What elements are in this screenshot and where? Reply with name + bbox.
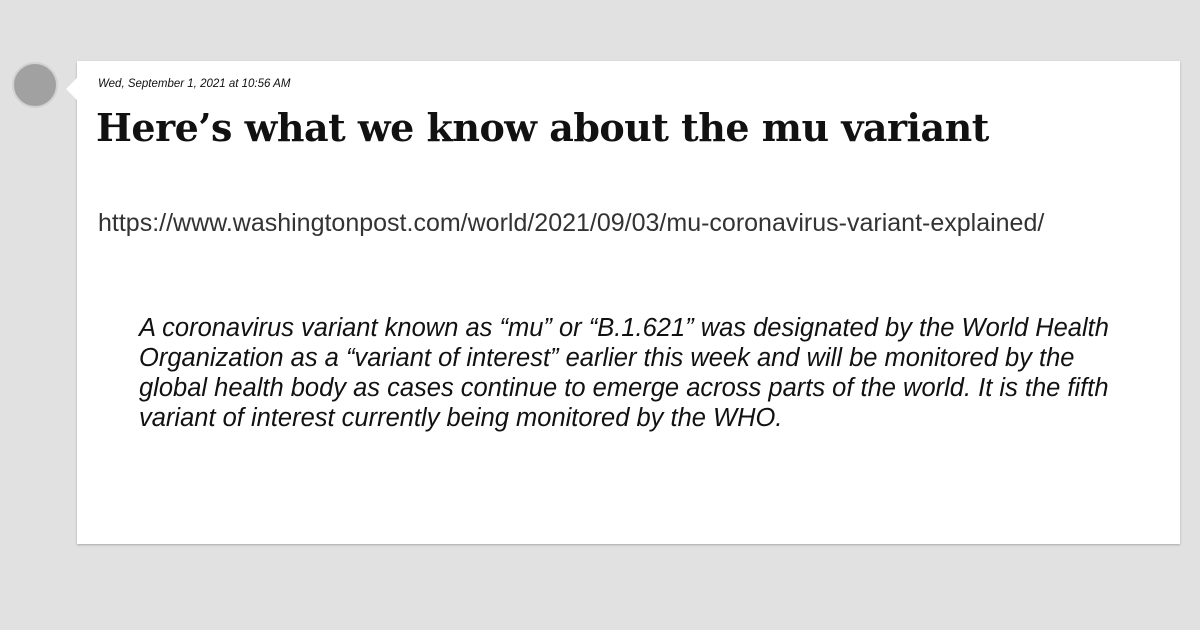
post-card: Wed, September 1, 2021 at 10:56 AM Here’… xyxy=(66,61,1180,544)
post-link[interactable]: https://www.washingtonpost.com/world/202… xyxy=(98,206,1098,240)
avatar xyxy=(12,62,58,108)
post-quote: A coronavirus variant known as “mu” or “… xyxy=(139,314,1109,432)
post-timestamp: Wed, September 1, 2021 at 10:56 AM xyxy=(98,78,291,90)
post-title: Here’s what we know about the mu variant xyxy=(96,105,989,150)
card-pointer xyxy=(66,78,77,100)
